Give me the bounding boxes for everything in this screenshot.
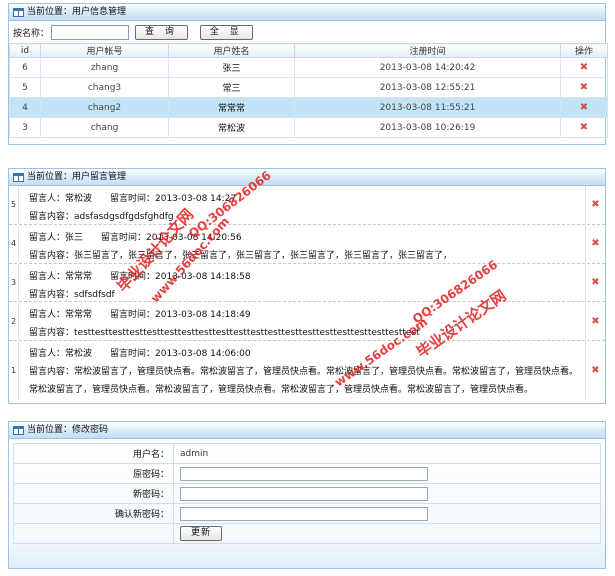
user-info-header: 当前位置：用户信息管理: [9, 4, 605, 21]
list-item: 4 留言人：张三 留言时间：2013-03-08 14:20:56 留言内容：张…: [9, 224, 605, 264]
message-meta: 留言人：张三 留言时间：2013-03-08 14:20:56: [29, 232, 242, 243]
message-meta: 留言人：常松波 留言时间：2013-03-08 14:06:00: [29, 349, 251, 360]
message-content: 留言内容：testtesttesttesttesttesttesttesttes…: [29, 328, 420, 339]
row-account: chang: [40, 117, 169, 138]
row-id: 5: [9, 77, 41, 98]
user-info-title: 当前位置：用户信息管理: [27, 6, 127, 17]
confirm-password-field[interactable]: [180, 506, 428, 521]
delete-icon[interactable]: ✖: [591, 365, 599, 376]
list-item: 3 留言人：常常常 留言时间：2013-03-08 14:18:58 留言内容：…: [9, 263, 605, 303]
row-time: 2013-03-08 10:26:19: [294, 117, 561, 138]
message-content: 留言内容：常松波留言了，管理员快点看。常松波留言了，管理员快点看。常松波留言了，…: [29, 367, 579, 396]
new-password-label: 新密码：: [13, 483, 174, 504]
message-title: 当前位置：用户留言管理: [27, 171, 127, 182]
old-password-field[interactable]: [180, 466, 428, 481]
message-number: 3: [9, 263, 19, 302]
message-header: 当前位置：用户留言管理: [9, 169, 605, 186]
table-row[interactable]: 5 chang3 常三 2013-03-08 12:55:21 ✖: [9, 77, 608, 98]
update-button[interactable]: 更新: [180, 526, 223, 541]
user-table: id 用户帐号 用户姓名 注册时间 操作 6 zhang 张三 2013-03-…: [9, 43, 608, 138]
password-form: 用户名： admin 原密码： 新密码： 确认新密码： 更新: [13, 443, 601, 544]
table-row[interactable]: 3 chang 常松波 2013-03-08 10:26:19 ✖: [9, 117, 608, 138]
window-icon: [13, 172, 24, 182]
row-name: 常三: [168, 77, 295, 98]
row-account: chang2: [40, 97, 169, 118]
password-panel: 当前位置：修改密码 用户名： admin 原密码： 新密码： 确认新密码： 更新: [8, 421, 606, 569]
col-action: 操作: [560, 43, 608, 58]
search-label: 按名称：: [13, 28, 50, 39]
row-id: 4: [9, 97, 41, 118]
row-id: 6: [9, 57, 41, 78]
row-time: 2013-03-08 11:55:21: [294, 97, 561, 118]
password-title: 当前位置：修改密码: [27, 424, 109, 435]
message-content: 留言内容：adsfasdgsdfgdsfghdfg: [29, 212, 174, 222]
query-button[interactable]: 查 询: [135, 24, 188, 40]
search-bar: 按名称： 查 询 全 显: [9, 21, 605, 43]
delete-icon[interactable]: ✖: [580, 102, 588, 113]
delete-icon[interactable]: ✖: [580, 62, 588, 73]
delete-icon[interactable]: ✖: [591, 199, 599, 210]
window-icon: [13, 7, 24, 17]
message-meta: 留言人：常松波 留言时间：2013-03-08 14:27: [29, 194, 237, 204]
user-table-header: id 用户帐号 用户姓名 注册时间 操作: [9, 43, 608, 58]
row-time: 2013-03-08 14:20:42: [294, 57, 561, 78]
col-time: 注册时间: [294, 43, 561, 58]
new-password-field[interactable]: [180, 486, 428, 501]
delete-icon[interactable]: ✖: [591, 238, 599, 249]
row-name: 常松波: [168, 117, 295, 138]
delete-icon[interactable]: ✖: [591, 316, 599, 327]
show-all-button[interactable]: 全 显: [199, 24, 253, 40]
user-info-panel: 当前位置：用户信息管理 按名称： 查 询 全 显 id 用户帐号 用户姓名 注册…: [8, 3, 608, 145]
table-row[interactable]: 6 zhang 张三 2013-03-08 14:20:42 ✖: [9, 57, 608, 78]
delete-icon[interactable]: ✖: [580, 122, 588, 133]
table-row-highlighted[interactable]: 4 chang2 常常常 2013-03-08 11:55:21 ✖: [9, 97, 608, 118]
message-number: 4: [9, 224, 19, 263]
row-name: 常常常: [168, 97, 295, 118]
list-item: 2 留言人：常常常 留言时间：2013-03-08 14:18:49 留言内容：…: [9, 302, 605, 342]
message-content: 留言内容：sdfsdfsdf: [29, 289, 115, 300]
message-number: 1: [9, 341, 19, 401]
search-input[interactable]: [51, 24, 130, 40]
list-item: 1 留言人：常松波 留言时间：2013-03-08 14:06:00 留言内容：…: [9, 341, 605, 401]
row-name: 张三: [168, 57, 295, 78]
message-number: 2: [9, 302, 19, 341]
row-account: chang3: [40, 77, 169, 98]
confirm-password-label: 确认新密码：: [13, 503, 174, 524]
message-list: 5 留言人：常松波 留言时间：2013-03-08 14:27 留言内容：ads…: [9, 186, 605, 401]
message-number: 5: [9, 186, 19, 224]
delete-icon[interactable]: ✖: [591, 277, 599, 288]
row-id: 3: [9, 117, 41, 138]
window-icon: [13, 425, 24, 435]
list-item: 5 留言人：常松波 留言时间：2013-03-08 14:27 留言内容：ads…: [9, 186, 605, 225]
message-meta: 留言人：常常常 留言时间：2013-03-08 14:18:58: [29, 271, 251, 282]
row-account: zhang: [40, 57, 169, 78]
username-value: admin: [173, 443, 601, 464]
col-account: 用户帐号: [40, 43, 169, 58]
password-header: 当前位置：修改密码: [9, 422, 605, 439]
col-id: id: [9, 43, 41, 58]
username-label: 用户名：: [13, 443, 174, 464]
row-time: 2013-03-08 12:55:21: [294, 77, 561, 98]
delete-icon[interactable]: ✖: [580, 82, 588, 93]
message-meta: 留言人：常常常 留言时间：2013-03-08 14:18:49: [29, 310, 251, 321]
old-password-label: 原密码：: [13, 463, 174, 484]
col-name: 用户姓名: [168, 43, 295, 58]
message-panel: 当前位置：用户留言管理 5 留言人：常松波 留言时间：2013-03-08 14…: [8, 168, 606, 404]
message-content: 留言内容：张三留言了，张三留言了，张三留言了，张三留言了，张三留言了，张三留言了…: [29, 250, 453, 261]
